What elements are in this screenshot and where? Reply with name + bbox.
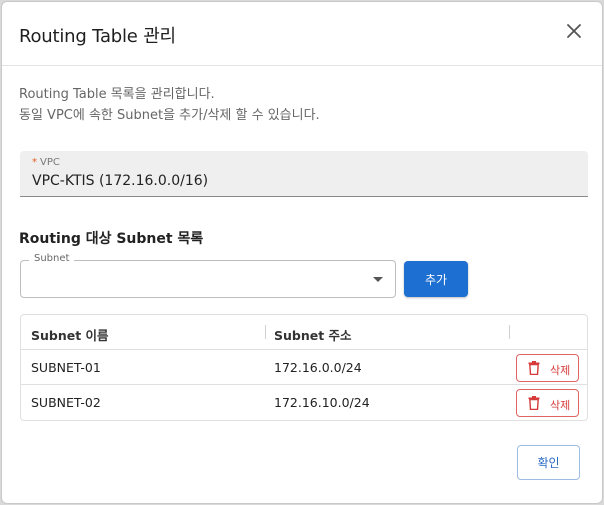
dialog-header: Routing Table 관리 bbox=[2, 2, 602, 66]
subnet-address-cell: 172.16.0.0/24 bbox=[274, 360, 362, 375]
confirm-button[interactable]: 확인 bbox=[517, 445, 580, 480]
dialog-title: Routing Table 관리 bbox=[19, 26, 176, 47]
trash-icon bbox=[528, 396, 540, 410]
vpc-label-text: VPC bbox=[40, 157, 60, 168]
description-line-2: 동일 VPC에 속한 Subnet을 추가/삭제 할 수 있습니다. bbox=[19, 108, 320, 123]
column-header-subnet-name: Subnet 이름 bbox=[31, 328, 109, 343]
required-mark: * bbox=[32, 157, 37, 168]
close-button[interactable] bbox=[563, 20, 585, 42]
column-header-subnet-address: Subnet 주소 bbox=[274, 328, 352, 343]
add-subnet-button[interactable]: 추가 bbox=[404, 261, 468, 297]
routing-table-dialog: Routing Table 관리 Routing Table 목록을 관리합니다… bbox=[1, 1, 603, 504]
delete-label: 삭제 bbox=[550, 364, 571, 377]
table-row: SUBNET-02 172.16.10.0/24 삭제 bbox=[21, 385, 587, 420]
table-header: Subnet 이름 Subnet 주소 bbox=[21, 315, 587, 350]
close-icon bbox=[567, 24, 581, 38]
subnet-address-cell: 172.16.10.0/24 bbox=[274, 395, 370, 410]
subnet-name-cell: SUBNET-02 bbox=[31, 395, 101, 410]
description-line-1: Routing Table 목록을 관리합니다. bbox=[19, 87, 215, 102]
table-row: SUBNET-01 172.16.0.0/24 삭제 bbox=[21, 350, 587, 385]
delete-button[interactable]: 삭제 bbox=[516, 354, 579, 382]
vpc-field: * VPC VPC-KTIS (172.16.0.0/16) bbox=[20, 151, 588, 197]
dialog-description: Routing Table 목록을 관리합니다. 동일 VPC에 속한 Subn… bbox=[19, 84, 320, 126]
subnet-section-title: Routing 대상 Subnet 목록 bbox=[19, 231, 204, 247]
subnet-name-cell: SUBNET-01 bbox=[31, 360, 101, 375]
trash-icon bbox=[528, 361, 540, 375]
column-divider bbox=[509, 325, 510, 339]
vpc-value: VPC-KTIS (172.16.0.0/16) bbox=[32, 173, 209, 189]
delete-button[interactable]: 삭제 bbox=[516, 389, 579, 417]
subnet-table: Subnet 이름 Subnet 주소 SUBNET-01 172.16.0.0… bbox=[20, 314, 588, 421]
caret-down-icon bbox=[373, 277, 383, 282]
column-divider bbox=[265, 325, 266, 339]
delete-label: 삭제 bbox=[550, 399, 571, 412]
vpc-label: * VPC bbox=[32, 157, 60, 168]
subnet-select[interactable]: Subnet bbox=[20, 253, 396, 298]
subnet-select-label: Subnet bbox=[29, 253, 75, 264]
